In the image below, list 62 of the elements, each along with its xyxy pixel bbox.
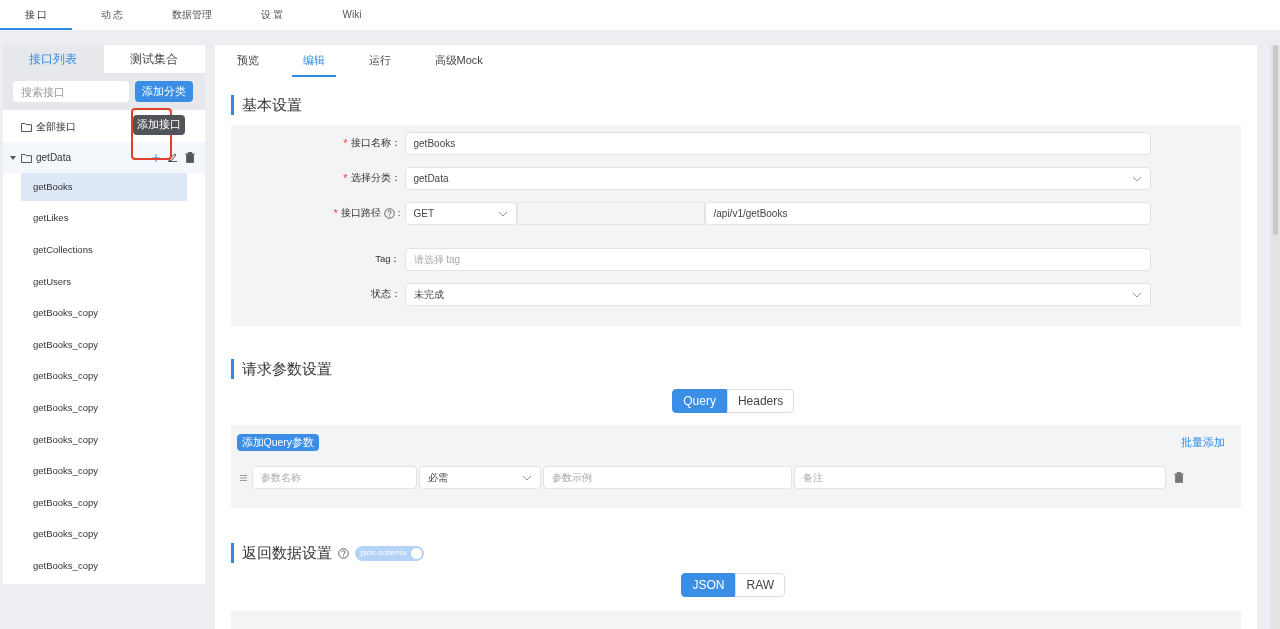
folder-icon xyxy=(21,121,32,132)
caret-icon[interactable] xyxy=(10,154,16,161)
edit-icon[interactable] xyxy=(167,153,177,162)
tree-item[interactable]: getBooks_copy xyxy=(21,362,187,391)
tag-field[interactable]: 请选择 tag xyxy=(404,248,1151,271)
help-icon xyxy=(383,208,395,219)
tree-item[interactable]: getLikes xyxy=(21,204,187,233)
field-label: 接口名称： xyxy=(350,136,401,151)
tree-item[interactable]: getBooks_copy xyxy=(21,488,187,517)
required-select[interactable]: 必需 xyxy=(418,466,541,489)
folder-icon xyxy=(21,152,32,163)
segment-tab[interactable]: RAW xyxy=(735,573,786,598)
tree-label[interactable]: 全部接口 xyxy=(36,119,76,134)
add-icon[interactable] xyxy=(151,153,160,162)
required-mark: * xyxy=(333,206,338,222)
content-tab[interactable]: 预览 xyxy=(225,45,270,77)
param-example-field[interactable]: 参数示例 xyxy=(542,466,792,489)
tree-item[interactable]: getBooks_copy xyxy=(21,299,187,328)
trash-icon[interactable] xyxy=(1173,472,1184,483)
tree-item[interactable]: getBooks_copy xyxy=(21,330,187,359)
category-select[interactable]: getData xyxy=(404,167,1151,190)
trash-icon[interactable] xyxy=(184,152,195,163)
method-select[interactable]: GET xyxy=(404,202,517,225)
tree-item[interactable]: getBooks_copy xyxy=(21,520,187,549)
tree-item[interactable]: getBooks_copy xyxy=(21,425,187,454)
tooltip: 添加接口 xyxy=(133,115,185,135)
name-field[interactable]: getBooks xyxy=(404,132,1151,155)
help-icon xyxy=(337,547,349,559)
tree-item[interactable]: getCollections xyxy=(21,236,187,265)
field-label: Tag： xyxy=(375,252,401,267)
nav-tab[interactable]: 数据管理 xyxy=(152,0,232,30)
note-field[interactable]: 备注 xyxy=(793,466,1166,489)
content-tab[interactable]: 高级Mock xyxy=(423,45,494,77)
content-tab[interactable]: 编辑 xyxy=(291,45,336,77)
field-label: 状态： xyxy=(370,287,401,302)
nav-tab[interactable]: 接 口 xyxy=(0,0,72,30)
search-field[interactable]: 搜索接口 xyxy=(13,81,129,102)
required-mark: * xyxy=(343,136,348,152)
status-select[interactable]: 未完成 xyxy=(404,283,1151,306)
nav-tab[interactable]: 设 置 xyxy=(232,0,312,30)
required-mark: * xyxy=(343,171,348,187)
section-title: 返回数据设置 xyxy=(241,543,332,564)
tree-item[interactable]: getBooks xyxy=(21,173,187,201)
tree-item[interactable]: getBooks_copy xyxy=(21,552,187,581)
tree-group-row[interactable]: getData xyxy=(3,142,205,173)
list-icon xyxy=(239,474,247,481)
content-tab[interactable]: 运行 xyxy=(357,45,402,77)
tree-item[interactable]: getUsers xyxy=(21,267,187,296)
tree-label: getData xyxy=(36,151,73,165)
field-label: 选择分类： xyxy=(350,171,401,186)
nav-tab[interactable]: Wiki xyxy=(312,0,392,30)
section-title: 请求参数设置 xyxy=(241,358,332,379)
nav-tab[interactable]: 动 态 xyxy=(72,0,152,30)
scrollbar-thumb[interactable] xyxy=(1273,45,1278,235)
tree-item[interactable]: getBooks_copy xyxy=(21,457,187,486)
tree-item[interactable]: getBooks_copy xyxy=(21,394,187,423)
section-title: 基本设置 xyxy=(241,94,302,115)
field-label: 接口路径 xyxy=(340,206,381,221)
segment-tab[interactable]: Headers xyxy=(726,389,795,413)
path-field[interactable]: /api/v1/getBooks xyxy=(704,202,1151,225)
label-colon: : xyxy=(397,206,401,221)
param-name-field[interactable]: 参数名称 xyxy=(251,466,417,489)
